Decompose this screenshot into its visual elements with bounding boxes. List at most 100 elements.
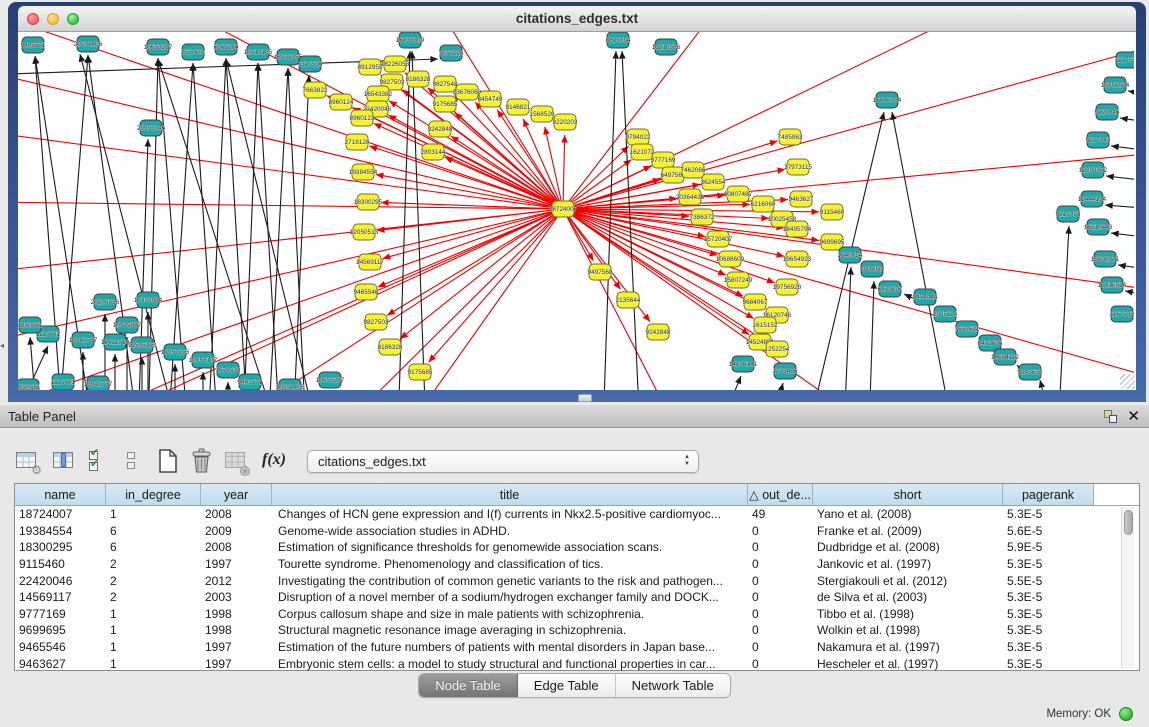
network-node[interactable]: 9497568	[588, 264, 613, 280]
network-node[interactable]: 1167533	[1110, 306, 1134, 322]
network-node[interactable]: 13942737	[84, 376, 113, 390]
network-node[interactable]: 9684067	[743, 294, 768, 310]
network-node[interactable]: 17973115	[784, 159, 812, 175]
network-node[interactable]: 14569117	[356, 254, 384, 270]
network-node[interactable]: 9242848	[646, 324, 671, 340]
window-titlebar[interactable]: citations_edges.txt	[18, 6, 1136, 32]
network-node[interactable]: 7663822	[303, 82, 328, 98]
table-mode-button[interactable]: ⚙	[14, 448, 40, 474]
float-panel-icon[interactable]	[1104, 410, 1117, 423]
network-node[interactable]: 10807487	[724, 186, 753, 202]
network-node[interactable]: 8186328	[406, 71, 431, 87]
network-node[interactable]: 20364436	[676, 189, 705, 205]
network-node[interactable]: 15720407	[704, 231, 733, 247]
column-header-in_degree[interactable]: in_degree	[106, 484, 201, 506]
network-node[interactable]: 2803144	[421, 144, 446, 160]
panel-divider-grip[interactable]	[578, 394, 592, 402]
delete-column-button[interactable]	[189, 448, 215, 474]
network-node[interactable]: 18495794	[783, 221, 812, 237]
minimize-button[interactable]	[47, 13, 59, 25]
network-node[interactable]: 12093872	[1079, 162, 1108, 178]
column-header-name[interactable]: name	[15, 484, 106, 506]
network-node[interactable]: 8813054	[606, 32, 631, 48]
network-svg[interactable]: 1872400776638228960124891295518226058982…	[18, 32, 1134, 390]
network-node[interactable]: 19218586	[652, 39, 681, 55]
network-node[interactable]: 9463627	[789, 191, 814, 207]
network-node[interactable]: 8454749	[478, 91, 503, 107]
zoom-button[interactable]	[67, 13, 79, 25]
network-node[interactable]: 16648794	[873, 92, 902, 108]
network-node[interactable]: 20953346	[137, 120, 166, 136]
network-node[interactable]: 15692971	[1091, 251, 1120, 267]
network-node[interactable]: 8960124	[329, 94, 354, 110]
memory-status-dot[interactable]	[1119, 707, 1133, 721]
network-node[interactable]: 9405571	[21, 37, 46, 53]
network-node[interactable]: 8220203	[553, 114, 578, 130]
network-node[interactable]: 17359924	[134, 292, 163, 308]
close-panel-icon[interactable]: ✕	[1127, 410, 1140, 423]
network-node[interactable]: 1527607	[181, 44, 206, 60]
select-columns-button[interactable]: ✔ ✔	[86, 448, 112, 474]
network-node[interactable]: 1568520	[530, 106, 555, 122]
network-node[interactable]: 10688609	[716, 251, 745, 267]
network-node[interactable]: 7857224	[439, 45, 464, 61]
network-node[interactable]: 1640954	[838, 247, 863, 263]
network-node[interactable]: 933850	[861, 261, 883, 277]
network-node[interactable]: 10653287	[316, 372, 345, 388]
panel-collapse-arrow-icon[interactable]: ◂	[0, 341, 4, 350]
create-column-button[interactable]	[156, 448, 182, 474]
window-resize-grip[interactable]	[1120, 374, 1135, 389]
network-node[interactable]: 9215953	[1056, 206, 1081, 222]
network-node[interactable]: 18724007	[549, 201, 578, 217]
network-node[interactable]: 9465546	[354, 284, 379, 300]
network-node[interactable]: 8186328	[378, 339, 403, 355]
row-height-button[interactable]	[119, 448, 145, 474]
network-node[interactable]: 8960123	[350, 110, 375, 126]
network-node[interactable]: 10654112	[991, 349, 1019, 365]
network-node[interactable]: 7632621	[955, 321, 980, 337]
network-node[interactable]: 10719185	[244, 44, 273, 60]
network-node[interactable]: 12505123	[128, 337, 157, 353]
network-node[interactable]: 9242848	[428, 121, 453, 137]
network-node[interactable]: 10958107	[189, 352, 218, 368]
network-node[interactable]: 9474444	[913, 289, 938, 305]
network-node[interactable]: 7515526	[298, 56, 323, 72]
network-node[interactable]: 6479197	[878, 281, 903, 297]
network-node[interactable]: 7485063	[778, 129, 803, 145]
network-node[interactable]: 1733426	[773, 363, 798, 379]
network-node[interactable]: 9794022	[626, 129, 651, 145]
column-header-pagerank[interactable]: pagerank	[1003, 484, 1094, 506]
close-button[interactable]	[27, 13, 39, 25]
network-node[interactable]: 6216060	[751, 196, 776, 212]
column-header-out_de[interactable]: △ out_de...	[748, 484, 813, 506]
show-columns-button[interactable]	[51, 448, 77, 474]
table-row[interactable]: 1830029562008Estimation of significance …	[15, 539, 1139, 556]
network-node[interactable]: 16033809	[396, 32, 425, 48]
network-node[interactable]: 1850561	[18, 317, 43, 333]
network-canvas[interactable]: 1872400776638228960124891295518226058982…	[18, 32, 1136, 390]
tab-edge-table[interactable]: Edge Table	[518, 674, 616, 697]
network-node[interactable]: 2718120	[345, 134, 370, 150]
network-node[interactable]: 14136141	[729, 356, 758, 372]
network-node[interactable]: 16210643	[1084, 219, 1113, 235]
network-node[interactable]: 1117533	[1115, 52, 1134, 68]
network-node[interactable]: 16543382	[364, 86, 393, 102]
network-node[interactable]: 9129946	[1095, 104, 1120, 120]
network-node[interactable]: 1678533	[216, 362, 241, 378]
network-node[interactable]: 8912955	[358, 59, 383, 75]
network-node[interactable]: 9777169	[651, 152, 676, 168]
table-selector[interactable]: citations_edges.txt ▲▼	[307, 450, 699, 473]
column-header-short[interactable]: short	[813, 484, 1003, 506]
network-node[interactable]: 9405571	[238, 374, 263, 390]
network-node[interactable]: 6966160	[214, 39, 239, 55]
network-node[interactable]: 10653287	[144, 39, 173, 55]
table-row[interactable]: 946362711997Embryonic stem cells: a mode…	[15, 655, 1139, 672]
network-node[interactable]: 9146821	[506, 99, 531, 115]
network-node[interactable]: 1252254	[765, 341, 790, 357]
network-node[interactable]: 1850561	[18, 379, 41, 390]
network-node[interactable]: 18300295	[354, 194, 383, 210]
tab-node-table[interactable]: Node Table	[419, 674, 518, 697]
network-node[interactable]: 2135644	[616, 292, 641, 308]
network-node[interactable]: 9245652	[1018, 364, 1043, 380]
function-builder-button[interactable]: f(x)	[261, 448, 293, 474]
